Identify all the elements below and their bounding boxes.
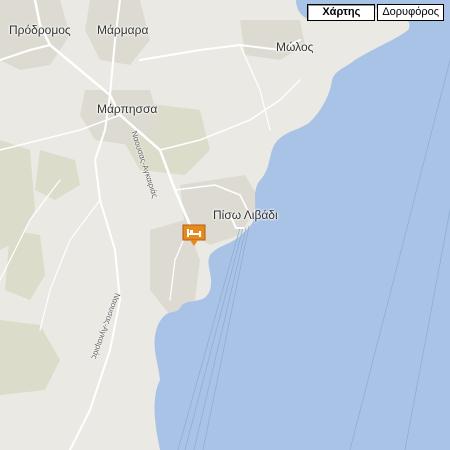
- place-label-prodromos: Πρόδρομος: [9, 23, 71, 37]
- hotel-marker[interactable]: [182, 224, 206, 248]
- map-type-control: Χάρτης Δορυφόρος: [307, 4, 444, 21]
- satellite-view-button[interactable]: Δορυφόρος: [377, 4, 444, 21]
- place-label-piso-livadi: Πίσω Λιβάδι: [213, 208, 278, 222]
- place-label-marpissa: Μάρπησσα: [97, 102, 158, 116]
- place-label-marmara: Μάρμαρα: [97, 23, 149, 37]
- map-view-button[interactable]: Χάρτης: [307, 4, 376, 21]
- hotel-icon: [182, 224, 206, 246]
- place-label-molos: Μώλος: [276, 40, 314, 54]
- map-canvas[interactable]: [0, 0, 450, 450]
